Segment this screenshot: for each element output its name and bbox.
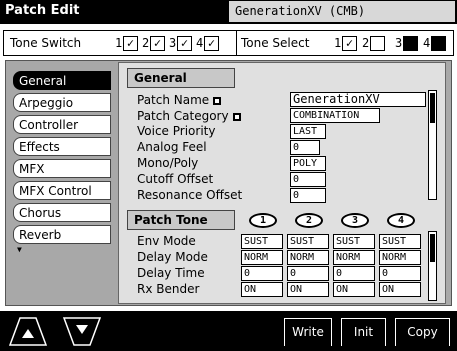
patch-tone-section-heading: Patch Tone bbox=[127, 210, 235, 230]
category-tab-chorus[interactable]: Chorus bbox=[13, 203, 111, 222]
delay-time-tone-2[interactable]: 0 bbox=[287, 266, 329, 281]
tone-switch-number: 4 bbox=[196, 36, 204, 50]
tone-switch-number: 1 bbox=[115, 36, 123, 50]
tone-select-radio-1[interactable]: ✓ bbox=[342, 36, 357, 51]
param-label: Patch Name bbox=[137, 93, 222, 107]
edit-category-icon[interactable] bbox=[232, 112, 241, 121]
param-label: Voice Priority bbox=[137, 124, 216, 138]
general-section-heading: General bbox=[127, 68, 235, 88]
patch-category-field[interactable]: COMBINATION bbox=[290, 108, 380, 123]
resonance-offset-field[interactable]: 0 bbox=[290, 188, 326, 203]
screen-title: Patch Edit bbox=[5, 3, 80, 18]
general-scrollbar[interactable] bbox=[428, 90, 437, 200]
edit-name-icon[interactable] bbox=[213, 96, 222, 105]
tone-select-radio-2[interactable] bbox=[370, 36, 385, 51]
tone-2-icon: 2 bbox=[295, 213, 323, 228]
rx-bender-tone-1[interactable]: ON bbox=[241, 282, 283, 297]
env-mode-tone-4[interactable]: SUST bbox=[379, 234, 421, 249]
tone-select-label: Tone Select bbox=[241, 36, 310, 50]
category-tab-reverb[interactable]: Reverb bbox=[13, 225, 111, 244]
patch-name-field[interactable]: GenerationXV bbox=[290, 92, 426, 107]
category-tab-controller[interactable]: Controller bbox=[13, 115, 111, 134]
category-tab-mfx-control[interactable]: MFX Control bbox=[13, 181, 111, 200]
rx-bender-tone-3[interactable]: ON bbox=[333, 282, 375, 297]
env-mode-tone-3[interactable]: SUST bbox=[333, 234, 375, 249]
env-mode-tone-2[interactable]: SUST bbox=[287, 234, 329, 249]
function-bar: Write Init Copy bbox=[0, 311, 457, 351]
write-button[interactable]: Write bbox=[284, 318, 332, 346]
delay-mode-tone-2[interactable]: NORM bbox=[287, 250, 329, 265]
param-label: Delay Mode bbox=[137, 250, 208, 264]
tone-select-number: 2 bbox=[362, 36, 370, 50]
param-label: Mono/Poly bbox=[137, 156, 199, 170]
delay-mode-tone-3[interactable]: NORM bbox=[333, 250, 375, 265]
category-tab-effects[interactable]: Effects bbox=[13, 137, 111, 156]
cutoff-offset-field[interactable]: 0 bbox=[290, 172, 326, 187]
category-tab-mfx[interactable]: MFX bbox=[13, 159, 111, 178]
tone-switch-checkbox-2[interactable]: ✓ bbox=[150, 36, 165, 51]
param-label: Cutoff Offset bbox=[137, 172, 214, 186]
category-tab-arpeggio[interactable]: Arpeggio bbox=[13, 93, 111, 112]
patch-tone-scroll-thumb[interactable] bbox=[430, 234, 435, 262]
down-arrow-icon[interactable] bbox=[62, 316, 102, 346]
tone-switch-number: 2 bbox=[142, 36, 150, 50]
param-label: Analog Feel bbox=[137, 140, 207, 154]
patch-edit-screen: Patch Edit GenerationXV (CMB) Tone Switc… bbox=[0, 0, 457, 351]
up-arrow-icon[interactable] bbox=[8, 316, 48, 346]
tone-select-number: 3 bbox=[395, 36, 403, 50]
delay-time-tone-3[interactable]: 0 bbox=[333, 266, 375, 281]
param-label: Env Mode bbox=[137, 234, 196, 248]
rx-bender-tone-2[interactable]: ON bbox=[287, 282, 329, 297]
copy-button[interactable]: Copy bbox=[395, 318, 450, 346]
tone-select-radio-4[interactable] bbox=[431, 36, 446, 51]
voice-priority-field[interactable]: LAST bbox=[290, 124, 326, 139]
delay-mode-tone-4[interactable]: NORM bbox=[379, 250, 421, 265]
category-tab-general[interactable]: General bbox=[13, 71, 111, 90]
tone-4-icon: 4 bbox=[387, 213, 415, 228]
category-scroll-down-icon[interactable]: ▼ bbox=[17, 245, 22, 254]
tone-select-number: 1 bbox=[334, 36, 342, 50]
delay-mode-tone-1[interactable]: NORM bbox=[241, 250, 283, 265]
param-label: Delay Time bbox=[137, 266, 205, 280]
param-label: Patch Category bbox=[137, 109, 241, 123]
tone-switch-label: Tone Switch bbox=[10, 36, 82, 50]
title-bar: Patch Edit GenerationXV (CMB) bbox=[0, 0, 457, 24]
tone-select-radio-3[interactable] bbox=[403, 36, 418, 51]
patch-tone-scrollbar[interactable] bbox=[428, 231, 437, 301]
current-patch-name: GenerationXV (CMB) bbox=[229, 1, 455, 22]
tone-switch-checkbox-1[interactable]: ✓ bbox=[123, 36, 138, 51]
general-scroll-thumb[interactable] bbox=[430, 93, 435, 123]
divider bbox=[236, 31, 237, 55]
tone-1-icon: 1 bbox=[249, 213, 277, 228]
tone-switch-number: 3 bbox=[169, 36, 177, 50]
tone-switch-checkbox-3[interactable]: ✓ bbox=[177, 36, 192, 51]
analog-feel-field[interactable]: 0 bbox=[290, 140, 320, 155]
param-label: Resonance Offset bbox=[137, 188, 243, 202]
rx-bender-tone-4[interactable]: ON bbox=[379, 282, 421, 297]
delay-time-tone-4[interactable]: 0 bbox=[379, 266, 421, 281]
init-button[interactable]: Init bbox=[341, 318, 386, 346]
param-label: Rx Bender bbox=[137, 282, 200, 296]
mono-poly-field[interactable]: POLY bbox=[290, 156, 326, 171]
tone-select-number: 4 bbox=[423, 36, 431, 50]
tone-3-icon: 3 bbox=[341, 213, 369, 228]
tone-switch-checkbox-4[interactable]: ✓ bbox=[204, 36, 219, 51]
delay-time-tone-1[interactable]: 0 bbox=[241, 266, 283, 281]
tone-switch-row: Tone Switch 1 ✓ 2 ✓ 3 ✓ 4 ✓ Tone Select … bbox=[3, 30, 454, 56]
env-mode-tone-1[interactable]: SUST bbox=[241, 234, 283, 249]
